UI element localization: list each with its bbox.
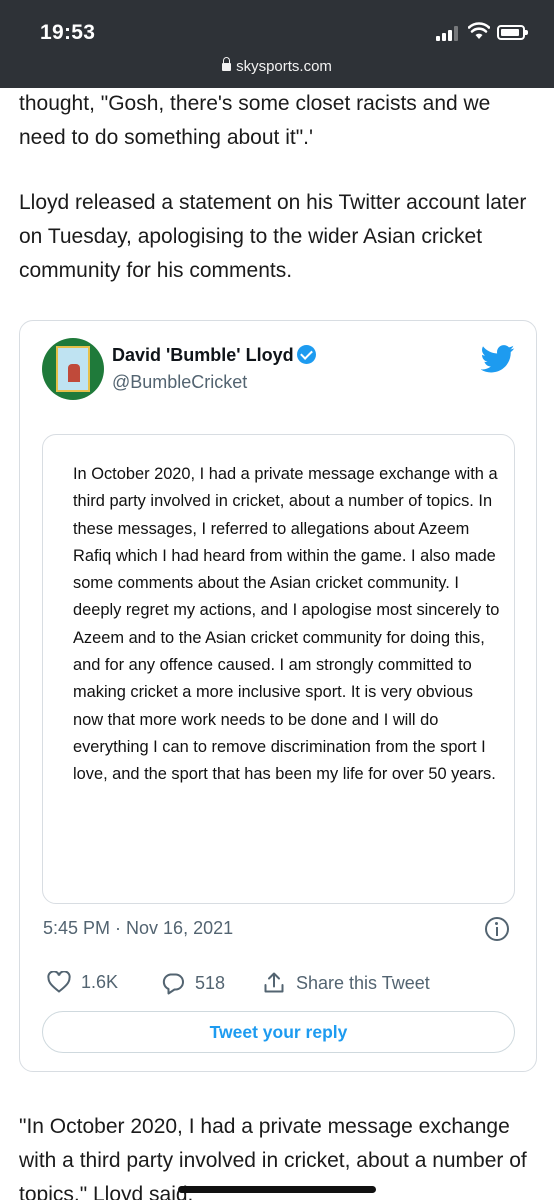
tweet-image-statement[interactable]: In October 2020, I had a private message… — [42, 434, 515, 904]
verified-badge-icon — [296, 345, 316, 364]
url-bar[interactable]: skysports.com — [0, 57, 554, 75]
twitter-bird-icon[interactable] — [481, 345, 515, 373]
article-paragraph: Lloyd released a statement on his Twitte… — [19, 191, 527, 282]
info-icon[interactable] — [485, 917, 509, 941]
article-paragraph: thought, "Gosh, there's some closet raci… — [19, 92, 491, 149]
reply-count: 518 — [195, 972, 226, 993]
embedded-tweet[interactable]: David 'Bumble' Lloyd @BumbleCricket In O… — [19, 320, 537, 1072]
share-icon — [264, 972, 284, 993]
tweet-author-name[interactable]: David 'Bumble' Lloyd — [112, 345, 316, 366]
reply-bubble-icon — [162, 973, 184, 995]
reply-button[interactable]: 518 — [161, 971, 225, 995]
heart-icon — [47, 971, 71, 993]
home-indicator[interactable] — [178, 1186, 376, 1193]
statement-text: In October 2020, I had a private message… — [73, 465, 500, 784]
tweet-timestamp[interactable]: 5:45 PM · Nov 16, 2021 — [43, 918, 233, 939]
browser-top-bar: 19:53 skysports.com — [0, 0, 554, 88]
like-button[interactable]: 1.6K — [47, 971, 118, 993]
tweet-actions: 1.6K 518 Share this Tweet — [43, 971, 513, 997]
tweet-your-reply-button[interactable]: Tweet your reply — [42, 1011, 515, 1053]
url-text: skysports.com — [236, 58, 332, 75]
lock-icon — [222, 57, 232, 71]
status-time: 19:53 — [40, 21, 96, 44]
share-label: Share this Tweet — [296, 972, 430, 993]
signal-icon — [436, 26, 460, 41]
like-count: 1.6K — [81, 971, 119, 992]
wifi-icon — [468, 22, 490, 39]
share-tweet-button[interactable]: Share this Tweet — [262, 971, 430, 995]
avatar[interactable] — [42, 338, 104, 400]
battery-icon — [497, 25, 528, 40]
tweet-author-handle[interactable]: @BumbleCricket — [112, 372, 247, 393]
